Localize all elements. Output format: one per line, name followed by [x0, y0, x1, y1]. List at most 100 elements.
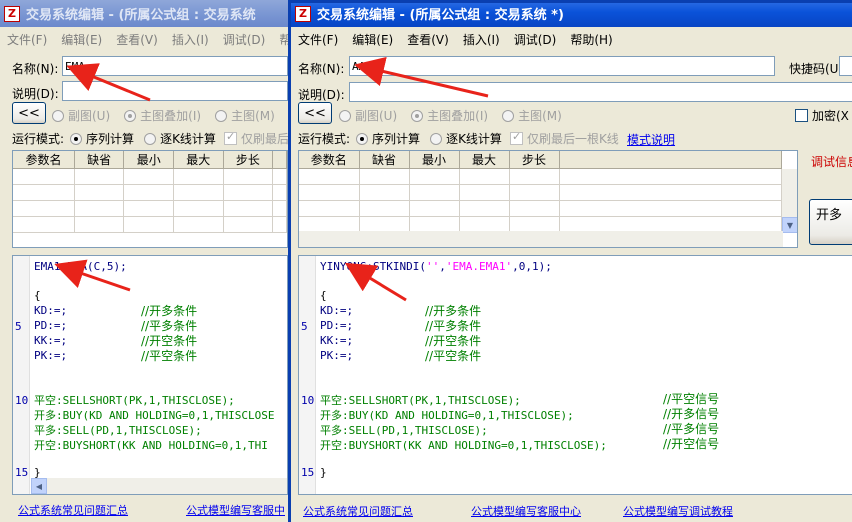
code-line: 开多:BUY(KD AND HOLDING=0,1,THISCLOSE	[34, 409, 275, 422]
menu-view[interactable]: 查看(V)	[400, 31, 456, 48]
param-h-scrollbar[interactable]	[299, 231, 783, 247]
code-line: KD:=;	[320, 304, 354, 317]
param-table[interactable]: 参数名 缺省 最小 最大 步长 ▼	[298, 150, 798, 248]
radio-main-overlay[interactable]	[124, 109, 137, 122]
collapse-button[interactable]: <<	[298, 102, 332, 124]
code-line: KK:=;	[320, 334, 354, 347]
table-row[interactable]	[13, 200, 287, 217]
radio-sub-chart[interactable]	[52, 109, 64, 122]
footer-link-faq[interactable]: 公式系统常见问题汇总	[18, 502, 128, 518]
radio-main-chart[interactable]	[502, 109, 515, 122]
run-mode-row: 运行模式: 序列计算 逐K线计算 仅刷最后一根K线	[298, 130, 619, 147]
desc-input[interactable]	[349, 82, 852, 102]
chart-type-options: 副图(U) 主图叠加(I) 主图(M)	[339, 107, 562, 124]
line-gutter: 5 10 15	[13, 256, 30, 494]
menu-debug[interactable]: 调试(D)	[216, 31, 273, 48]
col-max: 最大	[459, 151, 510, 169]
code-line: }	[320, 466, 327, 479]
code-editor[interactable]: 5 10 15 YINYONG:STKINDI('','EMA.EMA1',0,…	[298, 255, 852, 495]
chart-type-options: 副图(U) 主图叠加(I) 主图(M)	[52, 107, 275, 124]
radio-per-bar[interactable]	[430, 132, 443, 145]
back-window-title: 交易系统编辑 - (所属公式组 : 交易系统	[26, 8, 256, 23]
back-menubar: 文件(F) 编辑(E) 查看(V) 插入(I) 调试(D) 帮	[0, 29, 290, 49]
name-label: 名称(N):	[298, 62, 345, 76]
front-window-titlebar[interactable]: Z 交易系统编辑 - (所属公式组 : 交易系统 *)	[291, 3, 852, 27]
code-comment: //平空条件	[141, 349, 198, 363]
encrypt-option: 加密(X	[795, 107, 849, 124]
radio-main-chart[interactable]	[215, 109, 228, 122]
menu-view[interactable]: 查看(V)	[109, 31, 165, 48]
table-row[interactable]	[299, 184, 782, 201]
scroll-left-icon[interactable]: ◀	[31, 478, 47, 494]
menu-file[interactable]: 文件(F)	[291, 31, 345, 48]
name-input[interactable]: EMA	[62, 56, 288, 76]
code-line: PD:=;	[34, 319, 68, 332]
code-line: 平空:SELLSHORT(PK,1,THISCLOSE);	[34, 394, 235, 407]
code-line: 平多:SELL(PD,1,THISCLOSE);	[320, 424, 488, 437]
footer-link-support[interactable]: 公式模型编写客服中	[186, 502, 285, 518]
mode-help-link[interactable]: 模式说明	[627, 131, 675, 148]
code-line: 开空:BUYSHORT(KK AND HOLDING=0,1,THI	[34, 439, 268, 452]
debug-info-label: 调试信息	[811, 155, 852, 169]
desc-input[interactable]	[62, 81, 288, 101]
code-line: KD:=;	[34, 304, 68, 317]
code-line: 开空:BUYSHORT(KK AND HOLDING=0,1,THISCLOSE…	[320, 439, 607, 452]
radio-per-bar[interactable]	[144, 132, 157, 145]
table-row[interactable]	[299, 200, 782, 217]
scroll-down-icon[interactable]: ▼	[782, 217, 797, 233]
param-table[interactable]: 参数名 缺省 最小 最大 步长	[12, 150, 288, 248]
col-step: 步长	[223, 151, 274, 169]
table-row[interactable]	[13, 184, 287, 201]
code-line: {	[34, 289, 41, 302]
menu-edit[interactable]: 编辑(E)	[345, 31, 400, 48]
radio-sub-chart[interactable]	[339, 109, 351, 122]
col-step: 步长	[509, 151, 560, 169]
radio-sequential[interactable]	[70, 132, 83, 145]
front-menubar: 文件(F) 编辑(E) 查看(V) 插入(I) 调试(D) 帮助(H)	[291, 29, 852, 49]
col-default: 缺省	[359, 151, 410, 169]
menu-file[interactable]: 文件(F)	[0, 31, 54, 48]
encrypt-checkbox[interactable]	[795, 109, 808, 122]
col-param-name: 参数名	[13, 151, 75, 169]
footer-link-support[interactable]: 公式模型编写客服中心	[471, 503, 581, 519]
desc-label: 说明(D):	[298, 88, 345, 102]
code-line: KK:=;	[34, 334, 68, 347]
table-row[interactable]	[299, 168, 782, 185]
col-min: 最小	[409, 151, 460, 169]
app-icon: Z	[4, 5, 20, 22]
radio-sequential[interactable]	[356, 132, 369, 145]
footer-link-tutorial[interactable]: 公式模型编写调试教程	[623, 503, 733, 519]
app-icon: Z	[295, 5, 311, 22]
code-line: 开多:BUY(KD AND HOLDING=0,1,THISCLOSE);	[320, 409, 574, 422]
menu-debug[interactable]: 调试(D)	[507, 31, 564, 48]
code-editor[interactable]: 5 10 15 EMA1:EMA(C,5); { KD:=; PD:=; KK:…	[12, 255, 288, 495]
only-last-checkbox[interactable]	[223, 130, 237, 145]
only-last-checkbox[interactable]	[509, 130, 523, 145]
open-long-button[interactable]: 开多	[809, 199, 852, 245]
menu-insert[interactable]: 插入(I)	[165, 31, 216, 48]
table-row[interactable]	[13, 168, 287, 185]
run-mode-label: 运行模式:	[12, 132, 65, 146]
shortcut-input[interactable]	[839, 56, 852, 76]
menu-insert[interactable]: 插入(I)	[456, 31, 507, 48]
line-gutter: 5 10 15	[299, 256, 316, 494]
back-editor-window: Z 交易系统编辑 - (所属公式组 : 交易系统 文件(F) 编辑(E) 查看(…	[0, 0, 290, 522]
menu-help[interactable]: 帮助(H)	[563, 31, 619, 48]
code-comment: //平空条件	[425, 349, 482, 363]
collapse-button[interactable]: <<	[12, 102, 46, 124]
menu-edit[interactable]: 编辑(E)	[54, 31, 109, 48]
table-row[interactable]	[13, 216, 287, 233]
footer-link-faq[interactable]: 公式系统常见问题汇总	[303, 503, 413, 519]
col-default: 缺省	[74, 151, 125, 169]
code-line: PK:=;	[320, 349, 354, 362]
name-input[interactable]: AAA	[349, 56, 775, 76]
param-v-scrollbar[interactable]: ▼	[781, 169, 797, 233]
editor-h-scrollbar[interactable]: ◀	[31, 478, 287, 494]
back-window-titlebar[interactable]: Z 交易系统编辑 - (所属公式组 : 交易系统	[0, 0, 290, 27]
radio-main-overlay[interactable]	[411, 109, 424, 122]
col-param-name: 参数名	[299, 151, 360, 169]
col-min: 最小	[123, 151, 174, 169]
code-line: 平多:SELL(PD,1,THISCLOSE);	[34, 424, 202, 437]
run-mode-row: 运行模式: 序列计算 逐K线计算 仅刷最后	[12, 130, 289, 147]
code-line: PD:=;	[320, 319, 354, 332]
